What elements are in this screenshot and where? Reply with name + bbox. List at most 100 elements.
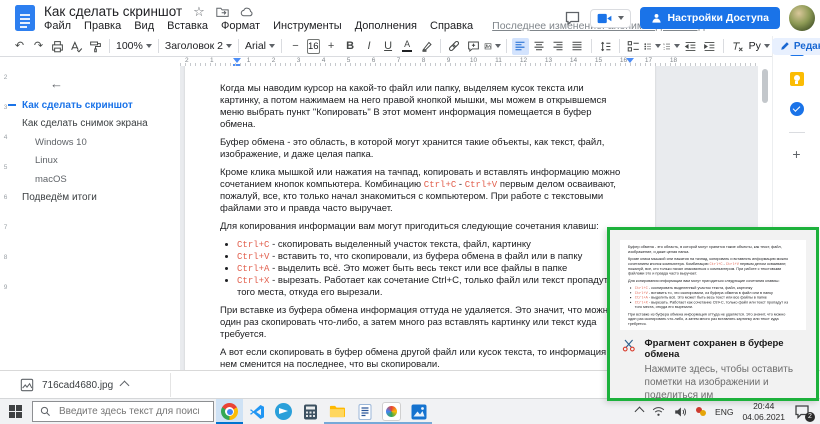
- paint-format-button[interactable]: [87, 38, 104, 55]
- increase-font-size-button[interactable]: +: [323, 38, 340, 55]
- close-outline-button[interactable]: ←: [50, 76, 63, 91]
- menu-item-view[interactable]: Вид: [132, 20, 156, 32]
- paragraph[interactable]: При вставке из буфера обмена информация …: [220, 305, 623, 341]
- menu-item-edit[interactable]: Правка: [82, 20, 123, 32]
- bullet-item[interactable]: Ctrl+X - вырезать. Работает как сочетани…: [237, 275, 623, 299]
- right-indent-marker[interactable]: [626, 58, 634, 63]
- taskbar-app-vscode[interactable]: [243, 399, 270, 424]
- volume-icon[interactable]: [674, 406, 687, 418]
- insert-image-button[interactable]: [484, 38, 501, 55]
- justify-button[interactable]: [569, 38, 586, 55]
- taskbar-search[interactable]: [32, 401, 214, 422]
- tasks-icon[interactable]: [790, 102, 804, 116]
- clear-formatting-button[interactable]: [729, 38, 746, 55]
- document-page[interactable]: Когда мы наводим курсор на какой-то файл…: [185, 66, 655, 370]
- keep-icon[interactable]: [790, 72, 804, 86]
- document-title[interactable]: Как сделать скриншот: [44, 4, 182, 19]
- taskbar-app-chrome[interactable]: [216, 399, 243, 424]
- taskbar-app-calculator[interactable]: [297, 399, 324, 424]
- network-icon[interactable]: [652, 406, 665, 417]
- paragraph[interactable]: А вот если скопировать в буфер обмена др…: [220, 347, 623, 370]
- action-center-button[interactable]: 2: [794, 404, 812, 420]
- docs-logo-icon[interactable]: [14, 4, 36, 32]
- add-addon-icon[interactable]: +: [792, 149, 800, 159]
- outline-item[interactable]: Windows 10: [22, 133, 148, 152]
- font-select[interactable]: Arial: [245, 40, 275, 52]
- zoom-select[interactable]: 100%: [116, 40, 152, 52]
- snip-notification-toast[interactable]: Буфер обмена - это область, в которой мо…: [610, 240, 816, 402]
- bulleted-list-button[interactable]: [644, 38, 661, 55]
- redo-button[interactable]: ↷: [30, 38, 47, 55]
- toolbar-divider: [440, 39, 441, 53]
- bullet-item[interactable]: Ctrl+A - выделить всё. Это может быть ве…: [237, 263, 623, 275]
- menu-item-addons[interactable]: Дополнения: [353, 20, 419, 32]
- account-avatar[interactable]: [789, 5, 815, 31]
- align-right-button[interactable]: [550, 38, 567, 55]
- taskbar-app-telegram[interactable]: [270, 399, 297, 424]
- italic-button[interactable]: I: [361, 38, 378, 55]
- decrease-font-size-button[interactable]: −: [287, 38, 304, 55]
- scrollbar-thumb[interactable]: [762, 69, 768, 103]
- font-size-input[interactable]: 16: [307, 39, 320, 54]
- paragraph[interactable]: Когда мы наводим курсор на какой-то файл…: [220, 83, 623, 131]
- search-input[interactable]: [57, 405, 201, 418]
- screenshot-thumbnail[interactable]: Буфер обмена - это область, в которой мо…: [620, 240, 806, 330]
- outline-item[interactable]: Как сделать снимок экрана: [22, 115, 148, 134]
- menu-item-format[interactable]: Формат: [219, 20, 262, 32]
- tray-expand-icon[interactable]: [635, 407, 645, 417]
- vertical-ruler[interactable]: 23456789: [0, 62, 11, 302]
- star-icon[interactable]: ☆: [193, 5, 205, 18]
- share-settings-button[interactable]: Настройки Доступа: [640, 7, 780, 29]
- paragraph[interactable]: Кроме клика мышкой или нажатия на тачпад…: [220, 167, 623, 215]
- text-color-button[interactable]: A: [399, 38, 416, 55]
- download-item[interactable]: 716cad4680.jpg: [12, 375, 136, 395]
- align-left-button[interactable]: [512, 38, 529, 55]
- decrease-indent-button[interactable]: [682, 38, 699, 55]
- input-tools-button[interactable]: Ру: [749, 40, 770, 52]
- paragraph[interactable]: Буфер обмена - это область, в которой мо…: [220, 137, 623, 161]
- add-comment-button[interactable]: [465, 38, 482, 55]
- menu-item-insert[interactable]: Вставка: [165, 20, 210, 32]
- menu-item-tools[interactable]: Инструменты: [271, 20, 344, 32]
- ruler-number: 2: [185, 57, 189, 64]
- insert-link-button[interactable]: [446, 38, 463, 55]
- bullet-item[interactable]: Ctrl+C - скопировать выделенный участок …: [237, 239, 623, 251]
- increase-indent-button[interactable]: [701, 38, 718, 55]
- numbered-list-button[interactable]: [663, 38, 680, 55]
- taskbar-app-explorer[interactable]: [324, 399, 351, 424]
- checklist-button[interactable]: [625, 38, 642, 55]
- tray-status-icon[interactable]: [696, 407, 706, 416]
- taskbar-app-photos[interactable]: [405, 399, 432, 424]
- chevron-up-icon[interactable]: [120, 380, 130, 390]
- taskbar-app-paint3d[interactable]: [378, 399, 405, 424]
- paragraph[interactable]: Для копирования информации вам могут при…: [220, 221, 623, 233]
- menu-item-file[interactable]: Файл: [42, 20, 73, 32]
- outline-item[interactable]: Подведём итоги: [22, 189, 148, 208]
- editing-mode-button[interactable]: Редактирова..: [772, 38, 820, 55]
- move-folder-icon[interactable]: [216, 6, 229, 17]
- clock[interactable]: 20:44 04.06.2021: [742, 401, 785, 422]
- bold-button[interactable]: B: [342, 38, 359, 55]
- paragraph-style-select[interactable]: Заголовок 2: [165, 40, 232, 52]
- horizontal-ruler[interactable]: 2 1 123456789101112131415161718: [180, 58, 758, 66]
- highlight-color-button[interactable]: [418, 38, 435, 55]
- start-button[interactable]: [0, 399, 30, 424]
- comments-icon[interactable]: [564, 10, 581, 26]
- document-app-icon: [358, 404, 372, 420]
- menu-item-help[interactable]: Справка: [428, 20, 475, 32]
- spellcheck-button[interactable]: [68, 38, 85, 55]
- line-spacing-button[interactable]: [597, 38, 614, 55]
- align-center-button[interactable]: [531, 38, 548, 55]
- bullet-item[interactable]: Ctrl+V - вставить то, что скопировали, и…: [237, 251, 623, 263]
- outline-item-active[interactable]: Как сделать скриншот: [22, 96, 148, 115]
- document-text[interactable]: Когда мы наводим курсор на какой-то файл…: [220, 83, 623, 370]
- outline-item[interactable]: macOS: [22, 170, 148, 189]
- taskbar-app-document-editor[interactable]: [351, 399, 378, 424]
- join-meet-button[interactable]: [590, 9, 631, 28]
- language-indicator[interactable]: ENG: [715, 407, 733, 417]
- outline-item[interactable]: Linux: [22, 152, 148, 171]
- left-indent-marker[interactable]: [233, 58, 241, 66]
- print-button[interactable]: [49, 38, 66, 55]
- underline-button[interactable]: U: [380, 38, 397, 55]
- undo-button[interactable]: ↶: [11, 38, 28, 55]
